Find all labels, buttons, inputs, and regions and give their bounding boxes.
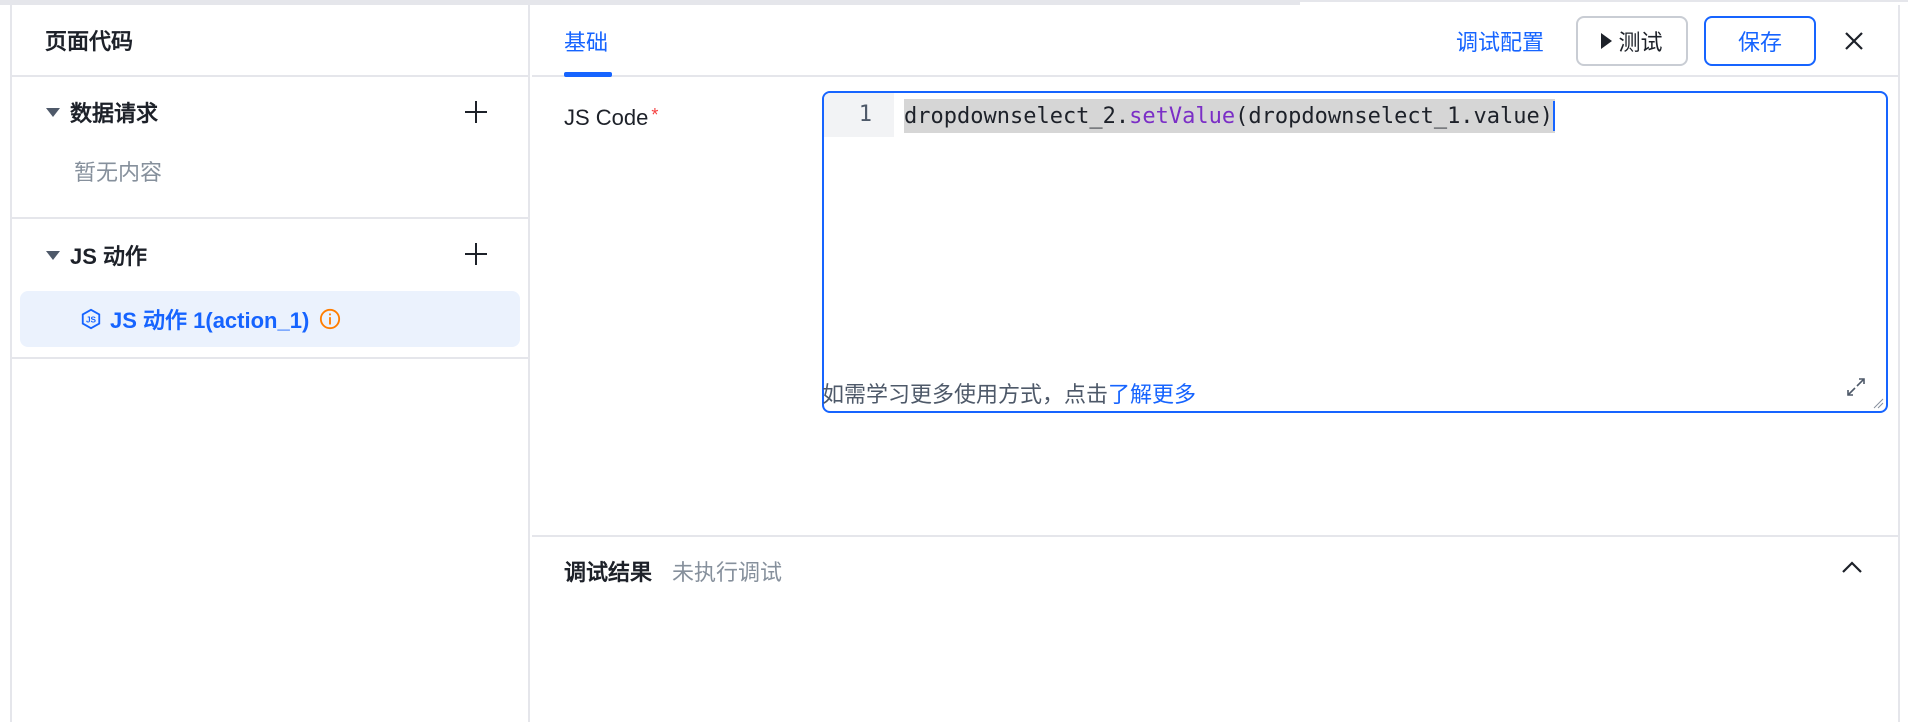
- caret-down-icon[interactable]: [46, 107, 60, 117]
- js-action-label: JS 动作 1(action_1): [110, 308, 310, 333]
- code-method: setValue: [1129, 103, 1236, 129]
- caret-down-icon[interactable]: [46, 250, 60, 260]
- play-icon: [1601, 33, 1613, 49]
- js-actions-label: JS 动作: [70, 244, 148, 269]
- code-prefix: dropdownselect_2.: [904, 103, 1130, 129]
- data-requests-label: 数据请求: [70, 101, 159, 126]
- save-button[interactable]: 保存: [1704, 16, 1816, 66]
- help-hint: 如需学习更多使用方式，点击了解更多: [822, 377, 1196, 409]
- line-number: 1: [858, 102, 872, 127]
- add-js-action-icon[interactable]: [464, 242, 488, 266]
- js-code-label: JS Code *: [564, 105, 658, 131]
- add-data-request-icon[interactable]: [464, 100, 488, 124]
- debug-result-status: 未执行调试: [672, 560, 783, 585]
- data-requests-header[interactable]: 数据请求: [12, 77, 528, 147]
- test-button[interactable]: 测试: [1576, 16, 1688, 66]
- right-border: [1898, 5, 1900, 722]
- tab-basic[interactable]: 基础: [564, 5, 608, 77]
- top-divider-thin: [1300, 0, 1908, 2]
- text-caret: [1553, 101, 1556, 131]
- learn-more-link[interactable]: 了解更多: [1108, 382, 1196, 407]
- js-code-label-text: JS Code: [564, 105, 649, 130]
- code-suffix: (dropdownselect_1.value): [1235, 103, 1554, 129]
- resize-handle-icon[interactable]: [1872, 397, 1884, 409]
- expand-icon[interactable]: [1846, 377, 1866, 397]
- info-icon[interactable]: [319, 308, 341, 330]
- help-hint-text: 如需学习更多使用方式，点击: [822, 382, 1109, 407]
- empty-state-text: 暂无内容: [74, 160, 163, 185]
- debug-config-link[interactable]: 调试配置: [1456, 25, 1544, 57]
- js-code-editor[interactable]: 1 dropdownselect_2. setValue (dropdownsele…: [822, 91, 1888, 413]
- active-tab-indicator: [564, 72, 612, 77]
- code-line[interactable]: dropdownselect_2. setValue (dropdownselect…: [904, 99, 1556, 133]
- close-icon[interactable]: [1840, 27, 1868, 55]
- data-requests-section: 数据请求 暂无内容: [12, 77, 528, 219]
- js-actions-header[interactable]: JS 动作: [12, 219, 528, 291]
- js-action-item-action-1[interactable]: JS JS 动作 1(action_1): [20, 291, 520, 347]
- js-actions-section: JS 动作 JS JS 动作 1(action_1): [12, 219, 528, 359]
- sidebar-title: 页面代码: [12, 5, 528, 77]
- required-mark: *: [651, 105, 659, 125]
- svg-text:JS: JS: [86, 316, 97, 325]
- line-gutter: 1: [824, 93, 894, 137]
- debug-result-bar: 调试结果 未执行调试: [532, 535, 1898, 722]
- chevron-up-icon[interactable]: [1840, 559, 1864, 575]
- test-button-label: 测试: [1618, 30, 1663, 55]
- page-code-sidebar: 页面代码 数据请求 暂无内容 JS 动作 JS JS 动作 1(action_1…: [10, 5, 530, 722]
- tab-bar: 基础 调试配置 测试 保存: [532, 5, 1898, 77]
- code-editor-panel: 基础 调试配置 测试 保存 JS Code * 1 dropdownselect_…: [532, 5, 1898, 722]
- js-hex-icon: JS: [81, 308, 101, 330]
- debug-result-title: 调试结果: [564, 560, 653, 585]
